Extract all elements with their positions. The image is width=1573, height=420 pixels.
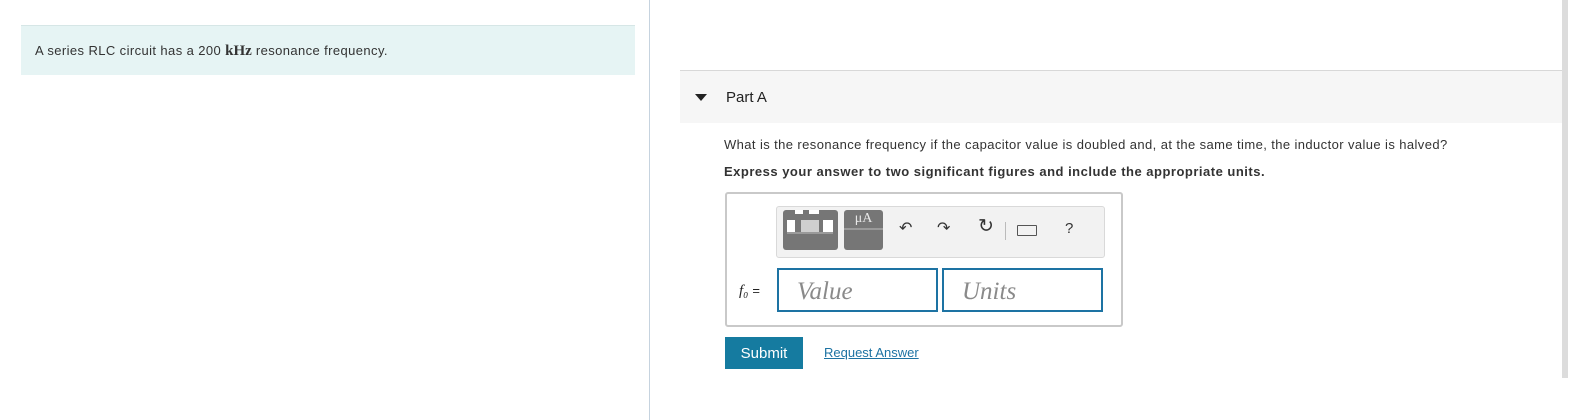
variable-label: f₀ = xyxy=(739,283,760,300)
problem-statement-panel: A series RLC circuit has a 200 kHz reson… xyxy=(21,25,635,75)
templates-button[interactable] xyxy=(783,210,838,250)
reset-icon[interactable]: ↻ xyxy=(978,217,994,236)
value-input[interactable] xyxy=(777,268,938,312)
help-icon[interactable]: ? xyxy=(1065,221,1073,237)
answer-box: μA ↶ ↷ ↻ ? f₀ = xyxy=(725,192,1123,327)
scrollbar[interactable] xyxy=(1562,0,1568,378)
keyboard-icon[interactable] xyxy=(1017,225,1037,236)
collapse-caret-icon[interactable] xyxy=(695,94,707,101)
undo-icon[interactable]: ↶ xyxy=(899,221,912,237)
problem-text-after: resonance frequency. xyxy=(251,43,388,58)
redo-icon[interactable]: ↷ xyxy=(937,221,950,237)
page: A series RLC circuit has a 200 kHz reson… xyxy=(0,0,1573,420)
instruction-text: Express your answer to two significant f… xyxy=(724,164,1266,179)
submit-button[interactable]: Submit xyxy=(725,337,803,369)
equals-sign: = xyxy=(752,283,760,298)
problem-text-before: A series RLC circuit has a 200 xyxy=(35,43,226,58)
part-header[interactable]: Part A xyxy=(680,71,1562,123)
panel-divider[interactable] xyxy=(649,0,650,420)
question-text: What is the resonance frequency if the c… xyxy=(724,137,1448,152)
problem-statement: A series RLC circuit has a 200 kHz reson… xyxy=(35,43,388,60)
part-title: Part A xyxy=(726,89,767,106)
units-icon: μA xyxy=(854,211,873,226)
math-toolbar: μA ↶ ↷ ↻ ? xyxy=(776,206,1105,258)
variable-symbol: f₀ xyxy=(739,283,749,299)
units-button[interactable]: μA xyxy=(844,210,883,250)
units-input[interactable] xyxy=(942,268,1103,312)
toolbar-separator xyxy=(1005,222,1006,240)
problem-unit: kHz xyxy=(225,43,252,59)
request-answer-link[interactable]: Request Answer xyxy=(824,345,919,360)
